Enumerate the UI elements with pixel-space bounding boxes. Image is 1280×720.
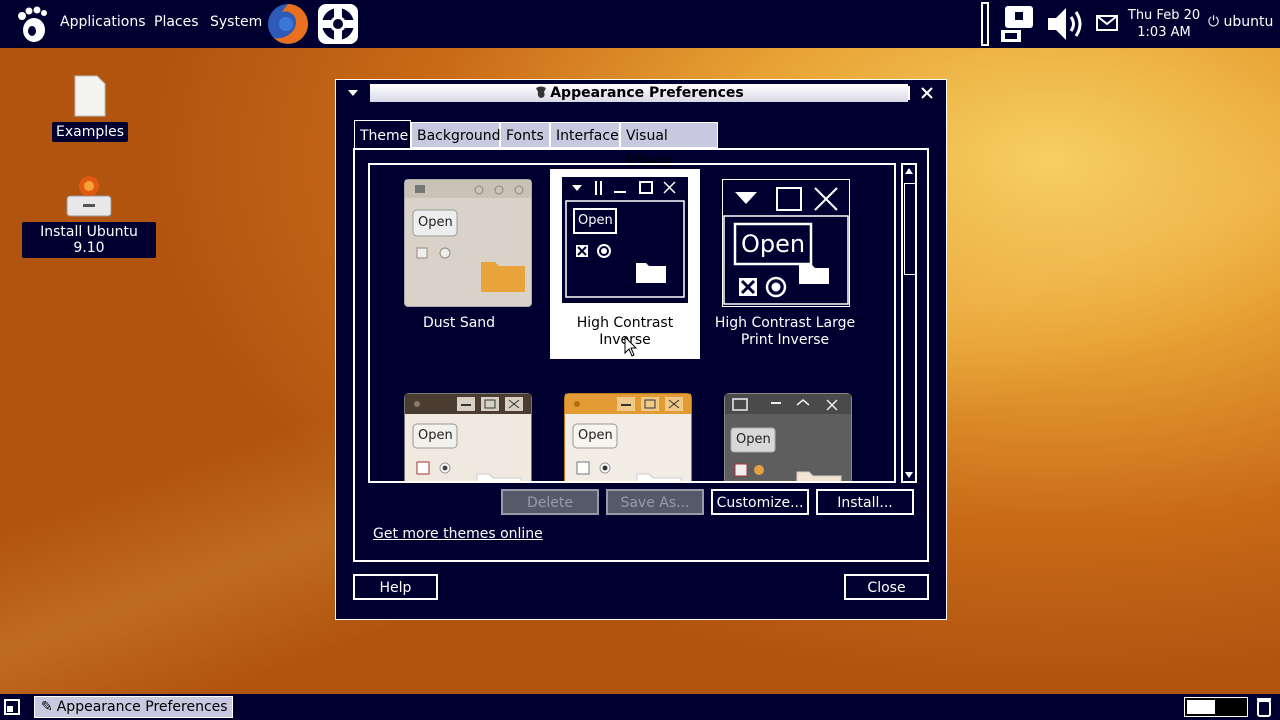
trash-icon[interactable] [1256,697,1272,717]
clock-date: Thu Feb 20 [1127,8,1201,23]
titlebar-separator [908,86,910,100]
theme-thumbnail: Open [724,393,852,481]
power-icon: ⏻ [1208,14,1220,30]
window-title: Appearance Preferences [370,84,908,102]
mouse-cursor-icon [624,336,638,357]
help-button[interactable]: Help [353,574,438,600]
theme-item-row2-1[interactable]: Open [384,381,534,481]
theme-thumbnail: Open [722,179,850,307]
save-as-button[interactable]: Save As... [606,489,704,515]
window-title-text: Appearance Preferences [550,85,744,101]
tab-fonts[interactable]: Fonts [500,122,550,148]
theme-item-high-contrast-inverse[interactable]: Open High Contrast Inverse [550,169,700,359]
theme-name: Dust Sand [422,315,496,331]
thumb-open-label: Open [741,230,806,258]
appearance-preferences-window: Appearance Preferences Theme Background … [335,79,947,620]
theme-item-row2-2[interactable]: Open [544,381,694,481]
theme-tab-panel: Open Dust Sand Open High Contrast Open H… [353,148,929,562]
close-button[interactable]: Close [844,574,929,600]
theme-thumbnail: Open [404,179,532,307]
scroll-up-icon[interactable] [905,168,913,174]
thumb-open-label: Open [418,428,453,443]
taskbar-item-appearance[interactable]: ✎ Appearance Preferences [34,696,233,718]
clock-time: 1:03 AM [1137,25,1191,40]
installer-icon [66,176,112,217]
bottom-panel: ✎ Appearance Preferences [0,694,1280,720]
tab-visual-effects[interactable]: Visual Effects [620,122,718,170]
window-menu-icon[interactable] [346,86,360,100]
install-button[interactable]: Install... [816,489,914,515]
desktop-icon-install-ubuntu[interactable]: Install Ubuntu 9.10 [22,174,156,258]
appearance-app-icon: ✎ [41,699,53,715]
menu-system[interactable]: System [210,14,262,30]
notification-area [981,2,989,46]
help-lifebuoy-icon[interactable] [316,2,360,46]
theme-thumbnail: Open [564,393,692,481]
clock[interactable]: Thu Feb 20 1:03 AM [1122,7,1206,41]
workspace-switcher[interactable] [1184,697,1248,717]
user-menu[interactable]: ⏻ ubuntu [1208,14,1273,30]
thumb-open-label: Open [578,213,613,228]
titlebar[interactable]: Appearance Preferences [336,80,946,106]
thumb-open-label: Open [736,432,771,447]
document-icon [74,75,106,117]
desktop-icon-label: Examples [52,122,129,142]
theme-list-scrollbar[interactable] [901,163,917,483]
thumb-open-label: Open [418,215,453,230]
network-icon[interactable] [997,2,1041,46]
top-panel: Applications Places System Thu Feb 20 1:… [0,0,1280,48]
menu-places[interactable]: Places [154,14,199,30]
tab-interface[interactable]: Interface [550,122,620,148]
theme-item-dust-sand[interactable]: Open Dust Sand [384,167,534,357]
desktop-icon-examples[interactable]: Examples [52,74,129,142]
theme-thumbnail: Open [404,393,532,481]
workspace-1[interactable] [1187,700,1215,714]
volume-icon[interactable] [1044,4,1088,44]
theme-item-high-contrast-large-print-inverse[interactable]: Open High Contrast Large Print Inverse [710,167,860,357]
firefox-icon[interactable] [266,2,310,46]
menu-applications[interactable]: Applications [60,14,146,30]
appearance-app-icon [536,86,547,98]
tab-background[interactable]: Background [411,122,501,148]
theme-name: High Contrast Large Print Inverse [714,315,856,348]
theme-item-row2-3[interactable]: Open [704,381,854,481]
scroll-thumb[interactable] [904,183,916,275]
delete-button[interactable]: Delete [501,489,599,515]
theme-list[interactable]: Open Dust Sand Open High Contrast Open H… [368,163,896,483]
customize-button[interactable]: Customize... [711,489,809,515]
get-more-themes-link[interactable]: Get more themes online [373,526,543,542]
theme-thumbnail: Open [562,177,688,303]
gnome-foot-icon[interactable] [12,4,52,44]
tab-theme[interactable]: Theme [354,120,411,149]
mail-icon[interactable] [1096,14,1118,32]
user-name: ubuntu [1223,14,1274,30]
scroll-down-icon[interactable] [905,472,913,478]
thumb-open-label: Open [578,428,613,443]
desktop-icon-label: Install Ubuntu 9.10 [22,222,156,258]
show-desktop-icon[interactable] [3,698,21,716]
taskbar-item-label: Appearance Preferences [56,699,228,715]
window-close-icon[interactable] [919,85,935,101]
